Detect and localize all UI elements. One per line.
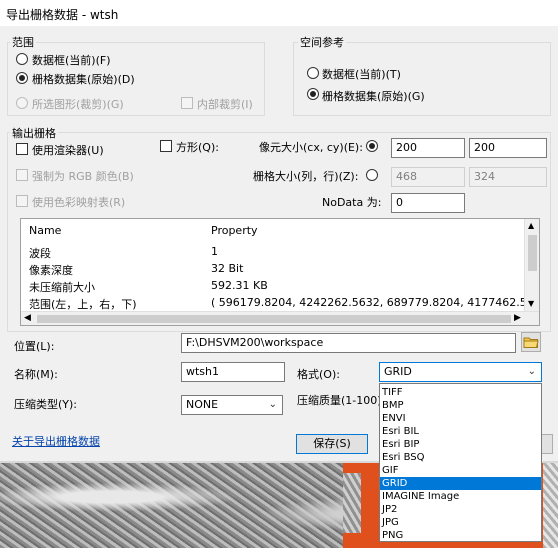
- format-option[interactable]: JP2: [380, 503, 541, 516]
- format-option[interactable]: JPG: [380, 516, 541, 529]
- scroll-down-icon[interactable]: ▼: [528, 299, 534, 308]
- raster-size-radio[interactable]: [366, 169, 378, 181]
- title-bar: 导出栅格数据 - wtsh: [0, 0, 558, 26]
- extent-raster-dataset-label: 栅格数据集(原始)(D): [32, 73, 135, 86]
- nodata-input[interactable]: 0: [391, 193, 465, 213]
- cell-size-x-input[interactable]: 200: [391, 138, 465, 158]
- scroll-up-icon[interactable]: ▲: [528, 221, 534, 230]
- browse-folder-button[interactable]: [521, 332, 541, 352]
- format-option[interactable]: IMAGINE Image: [380, 490, 541, 503]
- row-value: ( 596179.8204, 4242262.5632, 689779.8204…: [211, 296, 540, 309]
- nodata-label: NoData 为:: [322, 196, 382, 209]
- spatial-ref-group-label: 空间参考: [298, 34, 346, 50]
- force-rgb-checkbox[interactable]: [16, 169, 28, 181]
- sr-dataframe-label: 数据框(当前)(T): [322, 68, 401, 81]
- format-option[interactable]: Esri BIP: [380, 438, 541, 451]
- output-raster-group-label: 输出栅格: [10, 125, 58, 141]
- horizontal-scrollbar[interactable]: ◀ ▶: [21, 311, 539, 325]
- window-title: 导出栅格数据 - wtsh: [6, 8, 119, 22]
- format-option[interactable]: ENVI: [380, 412, 541, 425]
- format-label: 格式(O):: [297, 368, 340, 381]
- cell-size-radio[interactable]: [366, 140, 378, 152]
- force-rgb-label: 强制为 RGB 颜色(B): [32, 170, 134, 183]
- header-name: Name: [29, 224, 62, 237]
- table-row: 未压缩前大小 592.31 KB: [29, 279, 268, 296]
- square-label: 方形(Q):: [176, 141, 219, 154]
- row-value: 32 Bit: [211, 262, 244, 275]
- row-name: 范围(左，上，右，下): [29, 298, 137, 311]
- use-colormap-checkbox[interactable]: [16, 195, 28, 207]
- map-terrain-patch: [343, 473, 361, 533]
- format-selected: GRID: [384, 365, 412, 378]
- header-property: Property: [211, 224, 258, 237]
- name-label: 名称(M):: [14, 368, 58, 381]
- scroll-right-icon[interactable]: ▶: [514, 313, 521, 323]
- raster-size-label: 栅格大小(列，行)(Z):: [253, 170, 359, 183]
- extent-selected-graphics-label: 所选图形(裁剪)(G): [32, 98, 124, 111]
- compression-selected: NONE: [186, 398, 219, 411]
- row-name: 未压缩前大小: [29, 281, 95, 294]
- sr-raster-dataset-label: 栅格数据集(原始)(G): [322, 90, 425, 103]
- compression-quality-label: 压缩质量(1-100): [297, 394, 382, 407]
- location-input[interactable]: F:\DHSVM200\workspace: [181, 333, 516, 353]
- clip-inside-checkbox[interactable]: [181, 97, 193, 109]
- folder-icon: [523, 337, 539, 348]
- vertical-scrollbar[interactable]: ▲ ▼: [524, 219, 539, 311]
- sr-raster-dataset-radio[interactable]: [307, 88, 319, 100]
- scroll-thumb-h[interactable]: [37, 315, 511, 323]
- name-input[interactable]: wtsh1: [181, 362, 285, 382]
- map-terrain-patch-edge: [543, 463, 558, 548]
- extent-raster-dataset-radio[interactable]: [16, 72, 28, 84]
- format-option[interactable]: TIFF: [380, 386, 541, 399]
- cell-size-y-input[interactable]: 200: [469, 138, 547, 158]
- extent-dataframe-radio[interactable]: [16, 53, 28, 65]
- sr-dataframe-radio[interactable]: [307, 67, 319, 79]
- use-renderer-checkbox[interactable]: [16, 143, 28, 155]
- compression-label: 压缩类型(Y):: [14, 398, 78, 411]
- use-renderer-label: 使用渲染器(U): [32, 144, 104, 157]
- format-dropdown-list[interactable]: TIFF BMP ENVI Esri BIL Esri BIP Esri BSQ…: [379, 383, 542, 542]
- compression-select[interactable]: NONE ⌄: [181, 395, 283, 415]
- row-value: 592.31 KB: [211, 279, 268, 292]
- row-name: 波段: [29, 247, 51, 260]
- format-option[interactable]: GIF: [380, 464, 541, 477]
- cell-size-label: 像元大小(cx, cy)(E):: [259, 141, 363, 154]
- format-option[interactable]: Esri BIL: [380, 425, 541, 438]
- extent-group-label: 范围: [10, 34, 36, 50]
- extent-selected-graphics-radio[interactable]: [16, 97, 28, 109]
- table-row: 像素深度 32 Bit: [29, 262, 243, 279]
- scroll-thumb[interactable]: [528, 235, 537, 271]
- raster-rows-input[interactable]: 324: [469, 167, 547, 187]
- properties-list[interactable]: Name Property 波段 1 像素深度 32 Bit 未压缩前大小 59…: [20, 218, 540, 326]
- use-colormap-label: 使用色彩映射表(R): [32, 196, 126, 209]
- row-value: 1: [211, 245, 218, 258]
- scroll-left-icon[interactable]: ◀: [24, 313, 31, 323]
- format-option-selected[interactable]: GRID: [380, 477, 541, 490]
- raster-cols-input[interactable]: 468: [391, 167, 465, 187]
- save-button[interactable]: 保存(S): [296, 434, 368, 454]
- row-name: 像素深度: [29, 264, 73, 277]
- properties-header: Name Property: [29, 224, 258, 241]
- format-option[interactable]: PNG: [380, 529, 541, 542]
- chevron-down-icon: ⌄: [268, 399, 277, 410]
- table-row: 波段 1: [29, 245, 218, 262]
- chevron-down-icon: ⌄: [527, 366, 536, 377]
- format-option[interactable]: BMP: [380, 399, 541, 412]
- format-select[interactable]: GRID ⌄: [379, 362, 542, 382]
- format-option[interactable]: Esri BSQ: [380, 451, 541, 464]
- about-export-link[interactable]: 关于导出栅格数据: [12, 433, 100, 449]
- square-checkbox[interactable]: [160, 140, 172, 152]
- clip-inside-label: 内部裁剪(I): [197, 98, 253, 111]
- extent-dataframe-label: 数据框(当前)(F): [32, 54, 111, 67]
- location-label: 位置(L):: [14, 340, 55, 353]
